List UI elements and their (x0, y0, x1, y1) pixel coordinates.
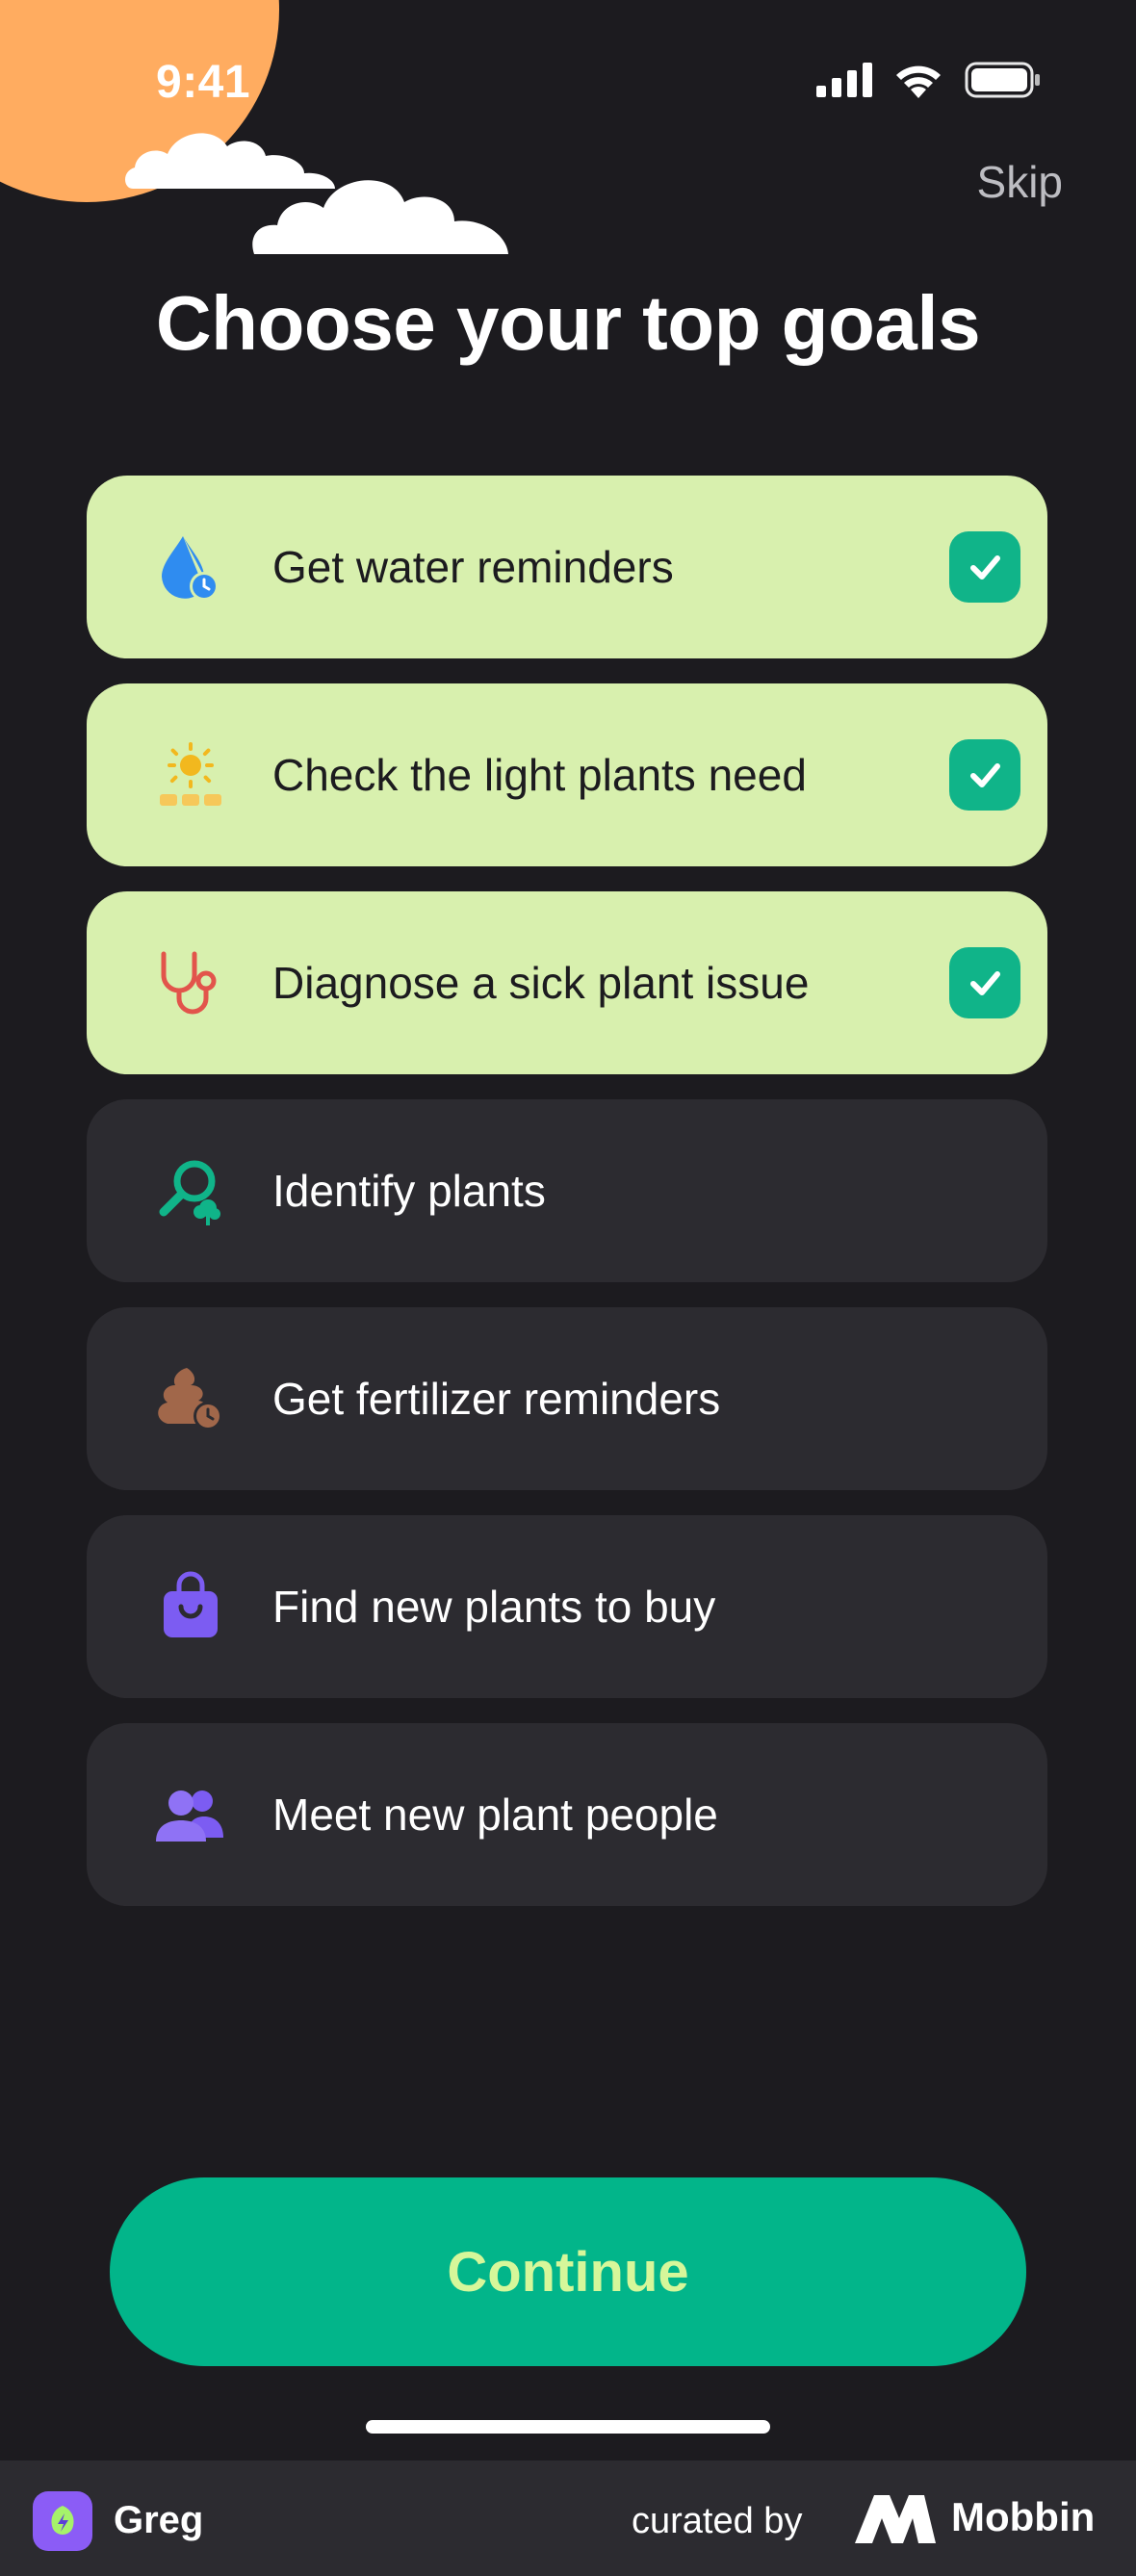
status-icons (816, 62, 1042, 98)
continue-button[interactable]: Continue (110, 2177, 1026, 2366)
status-time: 9:41 (156, 57, 251, 108)
goal-option-meet-people[interactable]: Meet new plant people (87, 1723, 1047, 1906)
goal-label: Meet new plant people (272, 1790, 718, 1840)
goal-option-identify[interactable]: Identify plants (87, 1099, 1047, 1282)
goal-label: Identify plants (272, 1166, 546, 1216)
skip-button[interactable]: Skip (977, 156, 1063, 208)
goal-option-water-reminders[interactable]: Get water reminders (87, 476, 1047, 658)
goal-label: Find new plants to buy (272, 1582, 716, 1632)
fertilizer-clock-icon (154, 1362, 227, 1435)
battery-icon (965, 62, 1040, 98)
mobbin-logo-icon (855, 2495, 936, 2543)
goal-label: Get fertilizer reminders (272, 1374, 721, 1424)
wifi-icon (896, 65, 941, 98)
water-drop-clock-icon (154, 530, 227, 604)
sun-icon (154, 738, 227, 811)
goal-label: Check the light plants need (272, 750, 807, 800)
footer-bar: Greg curated by Mobbin (0, 2460, 1136, 2576)
signal-icon (816, 63, 872, 97)
brand-name: Mobbin (951, 2494, 1096, 2539)
home-indicator (366, 2420, 770, 2434)
checkmark-icon (949, 739, 1020, 811)
app-logo-icon (33, 2491, 92, 2551)
cloud-decoration (252, 180, 508, 254)
goal-option-fertilizer[interactable]: Get fertilizer reminders (87, 1307, 1047, 1490)
curated-by-label: curated by (632, 2501, 803, 2541)
goal-option-light[interactable]: Check the light plants need (87, 683, 1047, 866)
stethoscope-icon (154, 946, 227, 1019)
onboarding-screen: 9:41 Skip Choose your top goals Get wate… (0, 0, 1136, 2460)
checkmark-icon (949, 947, 1020, 1018)
goal-option-find-plants[interactable]: Find new plants to buy (87, 1515, 1047, 1698)
goal-list: Get water reminders Check the light plan… (87, 476, 1047, 1931)
magnifier-plant-icon (154, 1154, 227, 1227)
checkmark-icon (949, 531, 1020, 603)
page-title: Choose your top goals (155, 280, 981, 366)
app-name: Greg (114, 2499, 204, 2541)
goal-label: Get water reminders (272, 542, 674, 592)
goal-option-diagnose[interactable]: Diagnose a sick plant issue (87, 891, 1047, 1074)
goal-label: Diagnose a sick plant issue (272, 958, 810, 1008)
shopping-bag-icon (154, 1570, 227, 1643)
mobbin-brand: Mobbin (853, 2489, 1095, 2545)
people-icon (154, 1778, 227, 1851)
